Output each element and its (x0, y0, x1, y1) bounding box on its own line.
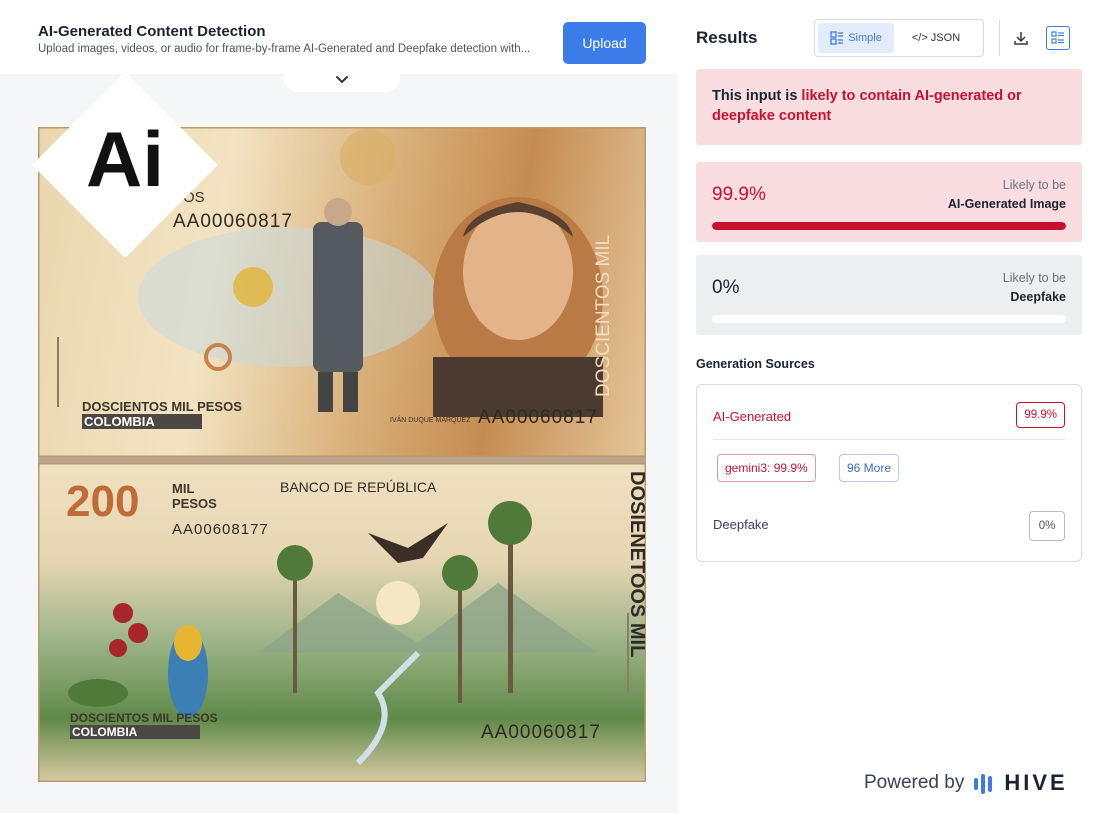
powered-by-text: Powered by (864, 772, 965, 793)
note-back-denomination: DOSCIENTOS MIL PESOS (70, 711, 218, 725)
ai-score-caption-bottom: AI-Generated Image (947, 197, 1066, 211)
details-list-icon (1051, 31, 1064, 44)
toolbar-divider (999, 20, 1000, 56)
preview-panel: AI-Generated Content Detection Upload im… (0, 0, 678, 813)
hive-brand: HIVE (1004, 770, 1068, 795)
upload-button[interactable]: Upload (563, 22, 646, 64)
note-back-side-text: DOSIENETOOS MIL (626, 471, 646, 658)
view-toggle: Simple </> JSON (814, 19, 984, 57)
app-window: AI-Generated Content Detection Upload im… (0, 0, 1100, 813)
note-denomination: DOSCIENTOS MIL PESOS (82, 399, 242, 414)
source-ai-label: AI-Generated (713, 409, 792, 424)
model-chip[interactable]: gemini3: 99.9% (717, 454, 816, 482)
download-icon (1014, 32, 1028, 45)
note-portrait-caption: IVÁN DUQUE MÁRQUEZ (390, 417, 471, 424)
deepfake-score-caption-bottom: Deepfake (1010, 290, 1066, 304)
results-panel: Results Simple </> JSON This input is li… (678, 0, 1100, 813)
ai-watermark-badge: Ai (30, 70, 220, 260)
view-json-label: </> JSON (911, 32, 961, 44)
ai-score-caption: Likely to be AI-Generated Image (948, 176, 1066, 214)
source-ai-pct: 99.9% (1016, 402, 1065, 428)
note-side-text: DOSCIENTOS MIL (593, 234, 614, 397)
view-simple-label: Simple (848, 32, 882, 44)
deepfake-score-value: 0% (712, 277, 740, 298)
hive-logo-icon (974, 774, 993, 794)
ai-score-value: 99.9% (712, 184, 766, 205)
verdict-alert: This input is likely to contain AI-gener… (696, 69, 1082, 145)
note-serial-bottom: AA00060817 (478, 407, 598, 428)
sources-divider (713, 439, 1065, 440)
verdict-prefix: This input is (712, 88, 802, 104)
note-mil: MIL (172, 481, 195, 496)
source-deepfake-pct: 0% (1029, 511, 1065, 541)
deepfake-score-card: 0% Likely to be Deepfake (696, 255, 1082, 335)
powered-by: Powered by HIVE (864, 770, 1068, 796)
note-back-serial: AA00608177 (172, 521, 269, 538)
view-simple-button[interactable]: Simple (818, 23, 894, 53)
results-title: Results (696, 28, 758, 47)
note-value: 200 (66, 477, 140, 526)
note-bank-name: BANCO DE REPÚBLICA (280, 479, 437, 495)
list-layout-icon (830, 31, 844, 45)
chevron-down-icon (336, 76, 348, 84)
page-subtitle: Upload images, videos, or audio for fram… (38, 43, 531, 55)
deepfake-score-bar (712, 315, 1066, 323)
ai-score-caption-top: Likely to be (1002, 178, 1066, 192)
generation-sources-title: Generation Sources (696, 357, 815, 371)
deepfake-score-caption-top: Likely to be (1002, 271, 1066, 285)
generation-sources-card: AI-Generated 99.9% gemini3: 99.9% 96 Mor… (696, 384, 1082, 562)
details-view-button[interactable] (1046, 26, 1070, 50)
more-models-chip[interactable]: 96 More (839, 454, 900, 482)
upload-header: AI-Generated Content Detection Upload im… (0, 0, 678, 74)
note-back-serial-bottom: AA00060817 (481, 722, 601, 743)
ai-badge-text: Ai (86, 115, 164, 203)
note-country: COLOMBIA (82, 414, 202, 429)
deepfake-score-caption: Likely to be Deepfake (1003, 269, 1066, 307)
ai-score-bar (712, 222, 1066, 230)
source-deepfake-label: Deepfake (713, 517, 769, 532)
banknote-back: 200 MIL PESOS AA00608177 BANCO DE REPÚBL… (38, 463, 646, 782)
ai-score-bar-fill (712, 222, 1066, 230)
view-json-button[interactable]: </> JSON (894, 23, 978, 53)
download-button[interactable] (1009, 26, 1033, 50)
note-back-country: COLOMBIA (70, 725, 200, 739)
note-pesos: PESOS (172, 496, 217, 511)
ai-score-card: 99.9% Likely to be AI-Generated Image (696, 162, 1082, 242)
page-title: AI-Generated Content Detection (38, 23, 266, 40)
collapse-toggle[interactable] (284, 68, 400, 92)
